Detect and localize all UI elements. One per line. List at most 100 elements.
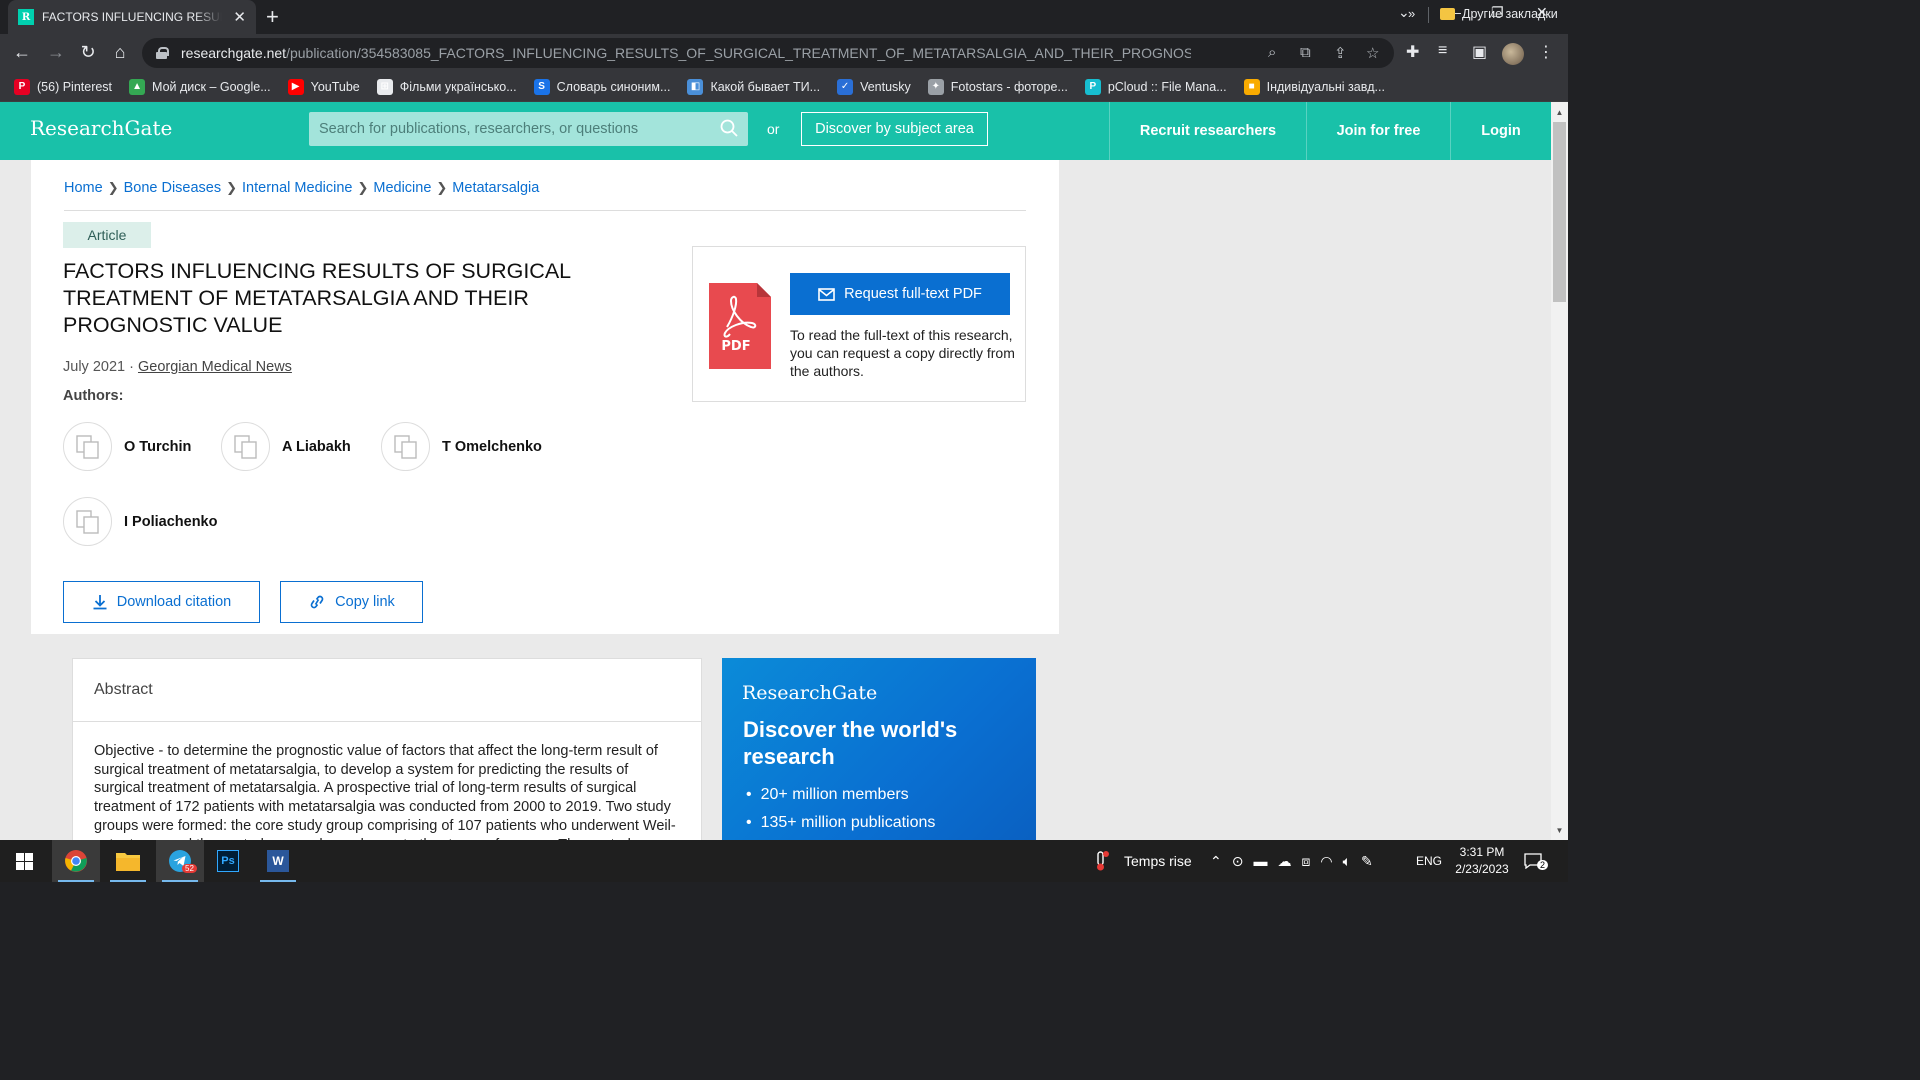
researchgate-favicon-icon: R (18, 9, 34, 25)
bookmarks-bar: P (56) Pinterest ▲ Мой диск – Google... ▶ You… (0, 72, 1568, 102)
author-name[interactable]: I Poliachenko (124, 514, 217, 530)
discover-research-promo[interactable]: ResearchGate Discover the world's resear… (722, 658, 1036, 840)
clock[interactable]: 3:31 PM 2/23/2023 (1452, 840, 1512, 882)
publication-card: Home ❯ Bone Diseases ❯ Internal Medicine… (31, 160, 1059, 634)
webcam-icon[interactable]: ⊙ (1232, 853, 1244, 870)
author-avatar-icon[interactable] (63, 422, 112, 471)
scroll-up-arrow-icon[interactable]: ▲ (1551, 108, 1568, 117)
abstract-heading: Abstract (94, 681, 153, 698)
download-citation-button[interactable]: Download citation (63, 581, 260, 623)
abstract-section: Abstract Objective - to determine the pr… (72, 658, 702, 840)
bookmark-item[interactable]: S Словарь синоним... (533, 78, 670, 95)
bookmark-item[interactable]: PpCloud :: File Mana... (1084, 78, 1227, 95)
bookmark-label: pCloud :: File Mana... (1107, 79, 1227, 94)
file-explorer-icon[interactable] (104, 840, 152, 882)
bookmark-star-icon[interactable]: ☆ (1366, 44, 1379, 62)
home-icon[interactable]: ⌂ (110, 42, 130, 62)
discover-subject-button[interactable]: Discover by subject area (801, 112, 988, 146)
film-icon: ⊞ (376, 78, 393, 95)
tab-close-icon[interactable]: ✕ (233, 8, 246, 26)
breadcrumb-internal-medicine[interactable]: Internal Medicine (242, 180, 352, 196)
bookmark-item[interactable]: ■ Індивідуальні завд... (1243, 78, 1385, 95)
bookmarks-overflow-icon[interactable]: » (1408, 6, 1415, 21)
system-tray-icons: ⌃ ⊙ ▬ ☁ ⧈ ◠ 🔈︎ ✎ (1210, 840, 1373, 882)
bookmark-label: Ventusky (860, 79, 911, 94)
request-pdf-label: Request full-text PDF (844, 286, 982, 302)
back-arrow-icon[interactable]: ← (12, 42, 32, 62)
share-icon[interactable]: ⇪ (1334, 44, 1347, 62)
breadcrumb-medicine[interactable]: Medicine (373, 180, 431, 196)
pinterest-icon: P (14, 78, 30, 95)
request-pdf-text: To read the full-text of this research, … (790, 327, 1015, 379)
wifi-icon[interactable]: ◠ (1320, 853, 1332, 870)
weather-widget[interactable]: Temps rise (1092, 840, 1192, 882)
scroll-down-arrow-icon[interactable]: ▼ (1551, 826, 1568, 835)
author-name[interactable]: T Omelchenko (442, 439, 542, 455)
bookmark-item[interactable]: ⊞ Фільми українсько... (376, 78, 517, 95)
search-input[interactable] (319, 121, 709, 137)
telegram-unread-badge: 52 (182, 864, 197, 873)
author-name[interactable]: A Liabakh (282, 439, 351, 455)
show-hidden-icons-chevron-icon[interactable]: ⌃ (1210, 853, 1222, 870)
join-for-free-link[interactable]: Join for free (1306, 102, 1450, 160)
translate-icon[interactable]: ⧉ (1300, 44, 1311, 61)
photoshop-icon[interactable]: Ps (204, 840, 252, 882)
language-indicator[interactable]: ENG (1416, 840, 1442, 882)
volume-icon[interactable]: 🔈︎ (1343, 853, 1351, 870)
recruit-researchers-link[interactable]: Recruit researchers (1109, 102, 1306, 160)
extensions-puzzle-icon[interactable]: ✚ (1406, 42, 1419, 62)
media-controls-icon[interactable]: ≡ (1438, 42, 1447, 60)
tab-strip: R FACTORS INFLUENCING RESULTS OF SURGICA… (0, 0, 1568, 34)
battery-icon[interactable]: ▬ (1253, 853, 1267, 869)
new-tab-plus-icon[interactable]: + (266, 6, 279, 28)
page-scrollbar[interactable]: ▲ ▼ (1551, 102, 1568, 840)
bookmark-item[interactable]: ✓ Ventusky (837, 78, 911, 95)
clock-date: 2/23/2023 (1455, 862, 1509, 876)
windows-start-icon[interactable] (0, 840, 48, 882)
youtube-icon: ▶ (287, 78, 304, 95)
author-item[interactable]: T Omelchenko (381, 422, 542, 471)
author-name[interactable]: O Turchin (124, 439, 191, 455)
bookmark-item[interactable]: P (56) Pinterest (14, 78, 112, 95)
author-item[interactable]: A Liabakh (221, 422, 351, 471)
bookmark-item[interactable]: ✦ Fotostars - фоторе... (927, 78, 1068, 95)
author-avatar-icon[interactable] (63, 497, 112, 546)
bookmark-item[interactable]: ◧ Какой бывает ТИ... (687, 78, 820, 95)
breadcrumb-metatarsalgia[interactable]: Metatarsalgia (452, 180, 539, 196)
author-item[interactable]: I Poliachenko (63, 497, 217, 546)
breadcrumb-bone-diseases[interactable]: Bone Diseases (124, 180, 222, 196)
pen-icon[interactable]: ✎ (1361, 853, 1373, 870)
forward-arrow-icon[interactable]: → (46, 42, 66, 62)
bookmark-label: YouTube (310, 79, 360, 94)
chrome-menu-icon[interactable]: ⋮ (1538, 42, 1554, 62)
address-bar[interactable]: researchgate.net/publication/354583085_F… (142, 38, 1394, 68)
browser-tab[interactable]: R FACTORS INFLUENCING RESULTS OF SURGICA… (8, 0, 256, 34)
author-avatar-icon[interactable] (221, 422, 270, 471)
lock-icon[interactable] (156, 47, 169, 59)
reload-icon[interactable]: ↻ (78, 42, 98, 62)
profile-avatar[interactable] (1502, 43, 1524, 65)
chrome-taskbar-icon[interactable] (52, 840, 100, 882)
onedrive-cloud-icon[interactable]: ☁ (1277, 853, 1291, 870)
notifications-button[interactable]: 2 (1524, 840, 1549, 882)
scrollbar-thumb[interactable] (1553, 122, 1566, 302)
bookmark-item[interactable]: ▲ Мой диск – Google... (129, 78, 271, 95)
bookmark-item[interactable]: ▶ YouTube (287, 78, 360, 95)
telegram-icon[interactable]: 52 (156, 840, 204, 882)
request-pdf-button[interactable]: Request full-text PDF (790, 273, 1010, 315)
pdf-file-icon: PDF (709, 283, 771, 369)
search-icon[interactable] (720, 119, 738, 137)
other-bookmarks[interactable]: Другие закладки (1440, 7, 1558, 21)
breadcrumb-home[interactable]: Home (64, 180, 103, 196)
author-avatar-icon[interactable] (381, 422, 430, 471)
copy-link-button[interactable]: Copy link (280, 581, 423, 623)
login-link[interactable]: Login (1450, 102, 1551, 160)
zoom-search-icon[interactable]: ⌕ (1268, 44, 1276, 61)
display-icon[interactable]: ⧈ (1301, 853, 1310, 870)
side-panel-icon[interactable]: ▣ (1472, 42, 1487, 62)
author-item[interactable]: O Turchin (63, 422, 191, 471)
word-icon[interactable]: W (254, 840, 302, 882)
researchgate-logo[interactable]: ResearchGate (30, 116, 172, 140)
journal-link[interactable]: Georgian Medical News (138, 359, 292, 375)
thermometer-icon (1097, 851, 1109, 871)
